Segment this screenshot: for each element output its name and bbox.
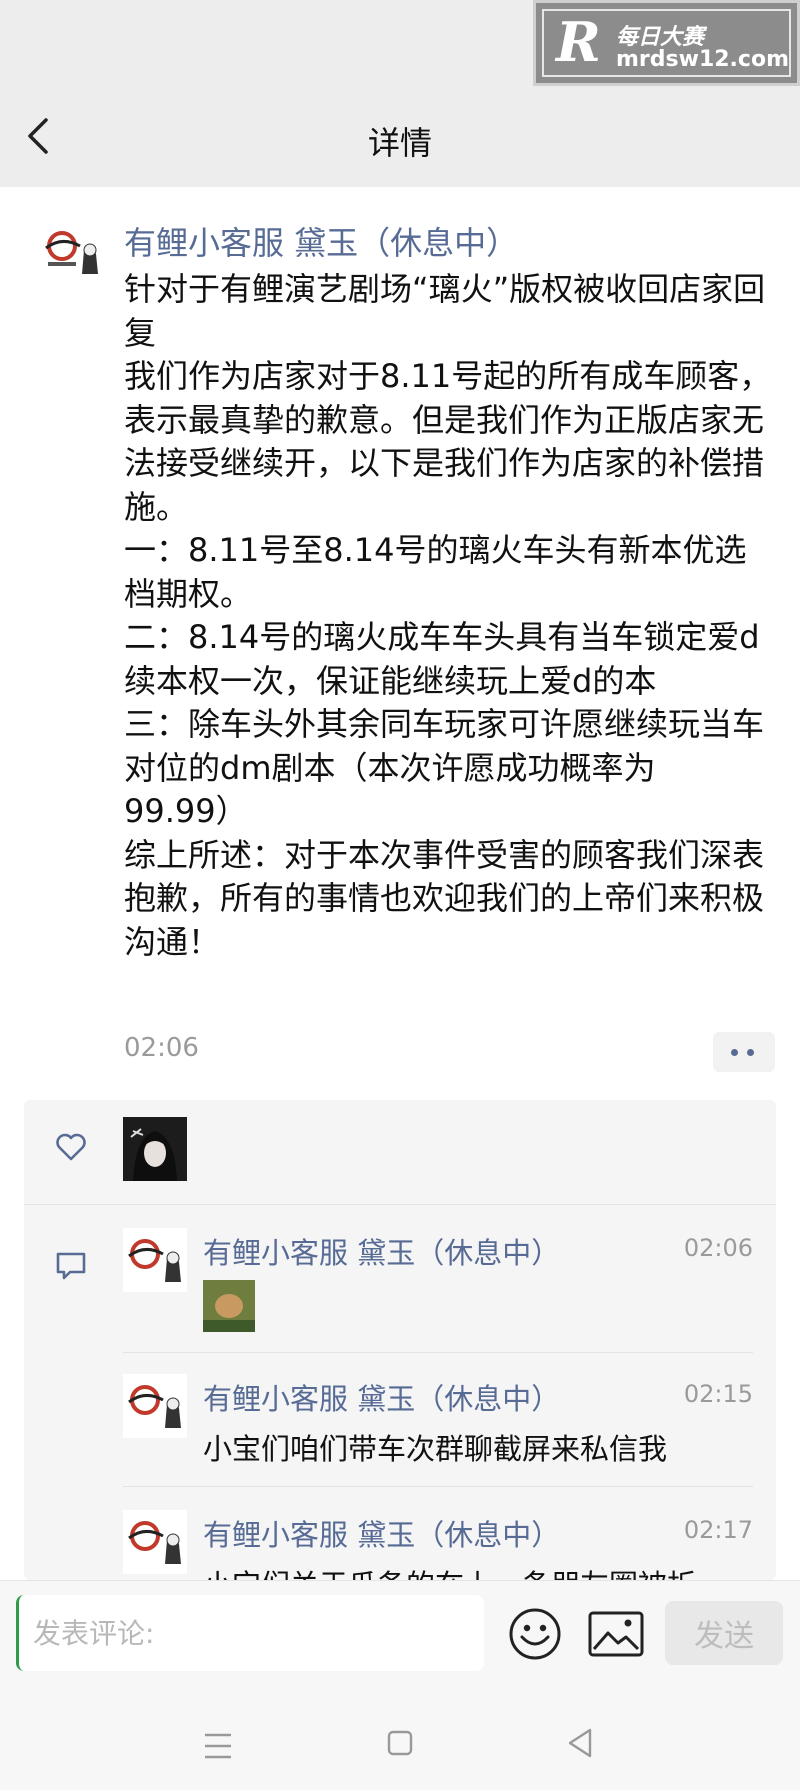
comment-icon [56, 1252, 86, 1280]
comment-input[interactable] [16, 1595, 484, 1671]
nav-back-icon[interactable] [566, 1727, 594, 1759]
liker-avatar[interactable] [123, 1117, 187, 1181]
send-button[interactable]: 发送 [665, 1601, 783, 1665]
image-icon[interactable] [588, 1611, 644, 1657]
more-options-button[interactable] [713, 1032, 775, 1072]
comment-text: 小宝们咱们带车次群聊截屏来私信我 [203, 1432, 668, 1466]
commenter-avatar[interactable] [123, 1510, 187, 1574]
watermark-logo-letter: R [556, 10, 601, 74]
comment-time: 02:06 [683, 1234, 753, 1262]
menu-icon[interactable] [203, 1731, 233, 1761]
comment-time: 02:15 [683, 1380, 753, 1408]
likes-comments-panel: 有鲤小客服 黛玉（休息中） 02:06 有鲤小客服 黛玉（休息中） 02:15 … [24, 1100, 776, 1580]
page-title: 详情 [367, 124, 432, 162]
commenter-avatar[interactable] [123, 1228, 187, 1292]
likes-row [24, 1100, 776, 1205]
title-bar: 详情 R 每日大赛 mrdsw12.com [0, 0, 800, 187]
watermark-domain: mrdsw12.com [616, 47, 789, 72]
heart-icon [56, 1133, 86, 1161]
dot-icon [731, 1049, 738, 1056]
post-body-text: 针对于有鲤演艺剧场“璃火”版权被收回店家回复 我们作为店家对于8.11号起的所有… [124, 270, 772, 961]
post-time: 02:06 [124, 1033, 199, 1063]
comment-item: 有鲤小客服 黛玉（休息中） 02:06 [123, 1228, 753, 1338]
comment-time: 02:17 [683, 1516, 753, 1544]
post-author-avatar[interactable] [40, 220, 104, 284]
divider [123, 1352, 753, 1353]
comment-text: 小宝们关于瓜备的在上一条朋友圈被折 [203, 1562, 696, 1580]
watermark-logo: R 每日大赛 mrdsw12.com [533, 0, 800, 86]
post-author-name[interactable]: 有鲤小客服 黛玉（休息中） [124, 218, 518, 264]
dot-icon [747, 1049, 754, 1056]
commenter-avatar[interactable] [123, 1374, 187, 1438]
sticker-image[interactable] [203, 1280, 255, 1332]
comment-item: 有鲤小客服 黛玉（休息中） 02:17 小宝们关于瓜备的在上一条朋友圈被折 [123, 1510, 753, 1580]
emoji-icon[interactable] [508, 1607, 562, 1661]
comment-author[interactable]: 有鲤小客服 黛玉（休息中） [203, 1376, 560, 1418]
system-navigation-bar [0, 1681, 800, 1790]
comment-author[interactable]: 有鲤小客服 黛玉（休息中） [203, 1230, 560, 1272]
comment-bar: 发送 [0, 1580, 800, 1681]
divider [123, 1486, 753, 1487]
comment-item: 有鲤小客服 黛玉（休息中） 02:15 小宝们咱们带车次群聊截屏来私信我 [123, 1374, 753, 1484]
home-icon[interactable] [387, 1730, 413, 1756]
comment-author[interactable]: 有鲤小客服 黛玉（休息中） [203, 1512, 560, 1554]
